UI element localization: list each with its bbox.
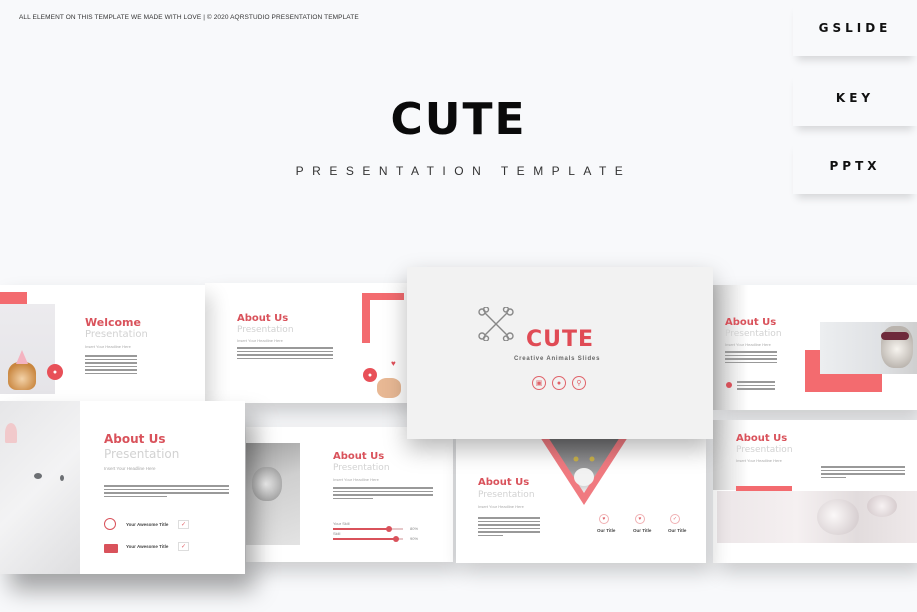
top-note: ALL ELEMENT ON THIS TEMPLATE WE MADE WIT… <box>19 14 359 21</box>
format-badge-gslide: GSLIDE <box>793 0 917 56</box>
body-text <box>725 351 777 365</box>
heart-icon: ♥ <box>635 514 645 524</box>
slide-caption: Insert Your Headline Here <box>333 477 379 482</box>
slide-subtitle: Presentation <box>478 490 535 500</box>
cat-photo <box>246 443 300 545</box>
hero-subtitle: PRESENTATION TEMPLATE <box>295 164 632 178</box>
slide-title: About Us <box>104 432 166 446</box>
slide-caption: Insert Your Headline Here <box>104 466 156 471</box>
cover-title: CUTE <box>526 327 595 352</box>
item-label: Your Awesome Title <box>126 544 169 549</box>
slide-title: About Us <box>333 451 385 462</box>
slide-caption: Insert Your Headline Here <box>478 504 524 509</box>
chat-icon: ● <box>363 368 377 382</box>
hero-title: CUTE <box>390 94 527 145</box>
crossed-bones-icon <box>478 307 514 341</box>
slide-title: About Us <box>237 313 289 324</box>
skill-percent: 90% <box>410 536 419 541</box>
dog-photo <box>0 304 55 394</box>
skill-bar-fill <box>333 528 389 530</box>
body-text <box>104 485 229 499</box>
slide-about-3: About Us Presentation Insert Your Headli… <box>0 401 245 574</box>
bullet-text <box>737 381 775 392</box>
slide-title: Welcome <box>85 316 141 329</box>
skill-bar <box>333 536 403 542</box>
check-icon: ✓ <box>178 520 189 529</box>
slide-about-2: About Us Presentation Insert Your Headli… <box>713 285 917 410</box>
slide-subtitle: Presentation <box>85 329 148 340</box>
triangle-cat-photo <box>540 437 628 505</box>
body-text <box>333 487 433 501</box>
slide-caption: Insert Your Headline Here <box>736 458 782 463</box>
slide-about-1: About Us Presentation Insert Your Headli… <box>205 283 410 403</box>
camera-icon: ● <box>47 364 63 380</box>
skill-bar-knob <box>386 526 392 532</box>
slide-about-4: About Us Presentation Insert Your Headli… <box>246 427 453 562</box>
paw-hand-photo <box>377 378 401 398</box>
slide-caption: Insert Your Headline Here <box>85 344 131 349</box>
bullet-icon <box>726 382 732 388</box>
skill-bar-knob <box>393 536 399 542</box>
slide-subtitle: Presentation <box>104 447 180 461</box>
body-text <box>85 355 137 376</box>
slide-caption: Insert Your Headline Here <box>725 342 771 347</box>
white-cat-photo <box>0 401 80 574</box>
heart-icon: ♥ <box>599 514 609 524</box>
location-icon: ⚲ <box>572 376 586 390</box>
body-text <box>478 517 540 538</box>
slide-title: About Us <box>725 317 777 328</box>
skill-label: Your Skill <box>333 521 350 526</box>
slide-welcome: ● Welcome Presentation Insert Your Headl… <box>0 285 205 403</box>
skill-percent: 80% <box>410 526 419 531</box>
slide-subtitle: Presentation <box>237 325 294 335</box>
slide-about-6: About Us Presentation Insert Your Headli… <box>713 420 917 563</box>
cover-tagline: Creative Animals Slides <box>514 356 601 362</box>
accent-bar-side <box>362 293 370 343</box>
slide-cover: CUTE Creative Animals Slides ▣ ● ⚲ <box>407 267 713 439</box>
calendar-icon: ▣ <box>532 376 546 390</box>
check-icon: ✓ <box>178 542 189 551</box>
slide-title: About Us <box>736 433 788 444</box>
slide-subtitle: Presentation <box>725 329 782 339</box>
feature-title: Our Title <box>597 528 616 533</box>
kittens-photo <box>717 491 917 543</box>
slide-subtitle: Presentation <box>736 445 793 455</box>
heart-icon: ♥ <box>391 359 396 368</box>
slide-subtitle: Presentation <box>333 463 390 473</box>
feature-title: Our Title <box>633 528 652 533</box>
slide-caption: Insert Your Headline Here <box>237 338 283 343</box>
skill-bar <box>333 526 403 532</box>
feature-title: Our Title <box>668 528 687 533</box>
item-label: Your Awesome Title <box>126 522 169 527</box>
body-text <box>237 347 333 361</box>
paw-icon: ● <box>552 376 566 390</box>
slide-about-5: About Us Presentation Insert Your Headli… <box>456 437 706 563</box>
slide-title: About Us <box>478 477 530 488</box>
body-text <box>821 466 905 480</box>
skill-bar-fill <box>333 538 396 540</box>
check-icon: ✓ <box>670 514 680 524</box>
skill-label: Skill <box>333 531 341 536</box>
chat-icon <box>104 544 118 553</box>
dog-photo <box>820 322 917 374</box>
user-icon <box>104 518 116 530</box>
accent-block <box>0 292 27 304</box>
